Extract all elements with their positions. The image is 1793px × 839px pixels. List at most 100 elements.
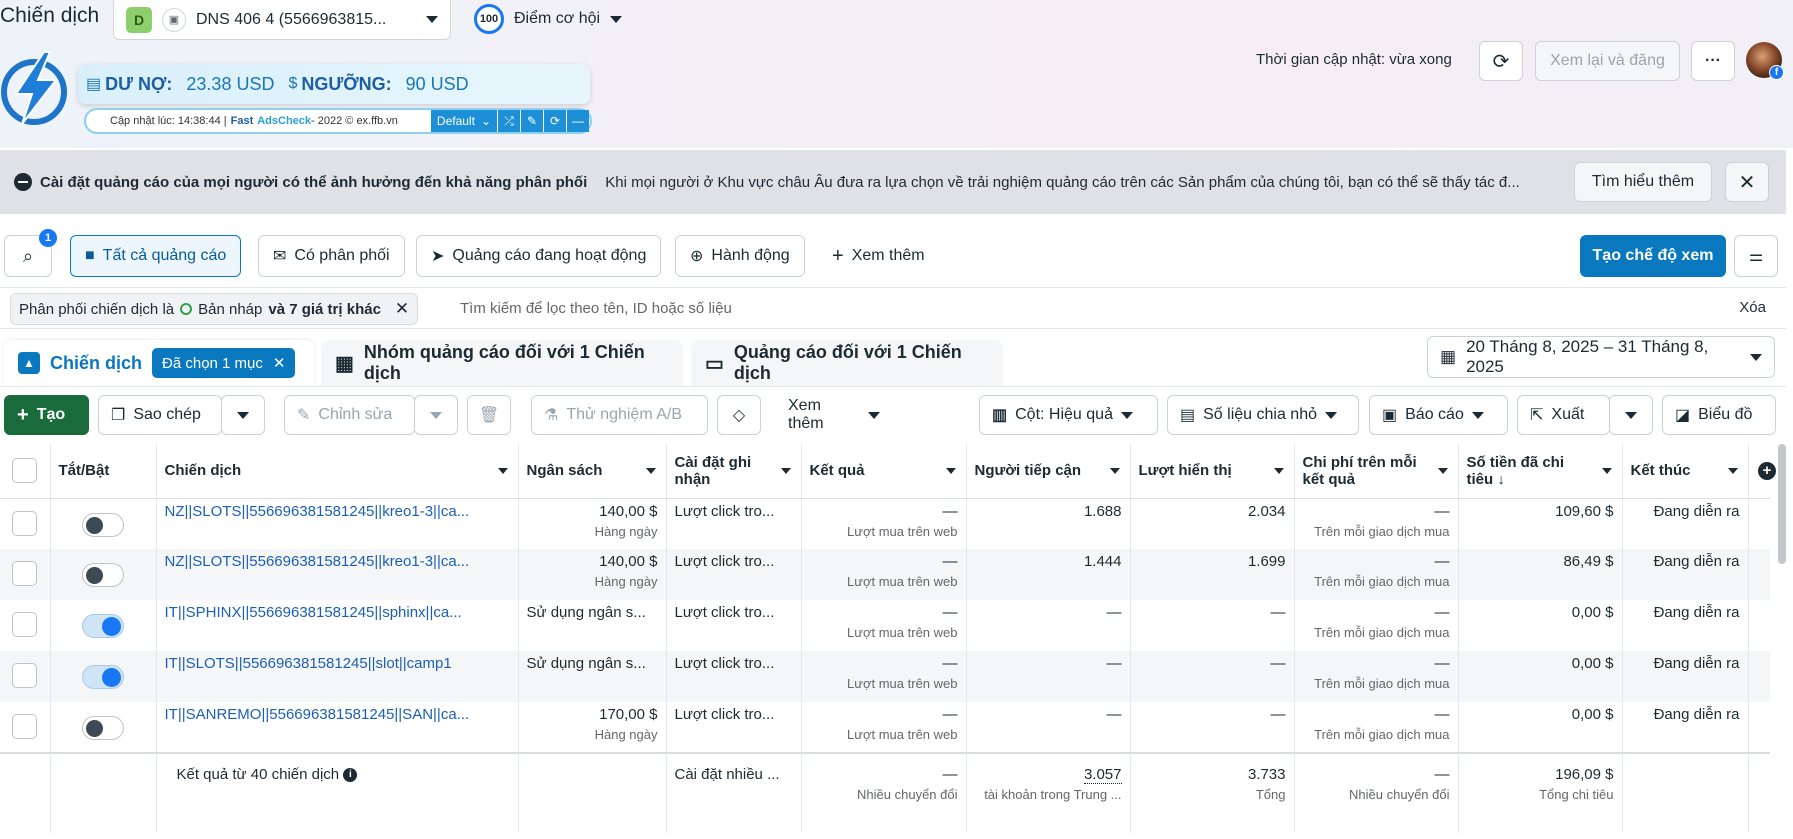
create-view-button[interactable]: Tạo chế độ xem — [1580, 235, 1726, 277]
delivery-toggle[interactable] — [82, 716, 124, 740]
selected-pill[interactable]: Đã chọn 1 mục ✕ — [152, 348, 296, 378]
campaign-name-cell: IT||SPHINX||556696381581245||sphinx||ca.… — [156, 600, 519, 651]
reach-cell: — — [966, 702, 1131, 753]
more-actions-button[interactable]: Xem thêm — [776, 395, 892, 435]
delivery-toggle[interactable] — [82, 512, 124, 537]
export-button[interactable]: ⇱ Xuất — [1517, 395, 1610, 435]
budget-cell[interactable]: Sử dụng ngân s... — [518, 651, 667, 702]
clear-filters-link[interactable]: Xóa — [1739, 299, 1766, 316]
close-icon[interactable]: ✕ — [395, 299, 409, 319]
campaign-name-link[interactable]: IT||SPHINX||556696381581245||sphinx||ca.… — [165, 604, 510, 621]
add-column-icon[interactable]: + — [1758, 462, 1776, 480]
table-row[interactable]: IT||SLOTS||556696381581245||slot||camp1 S… — [0, 651, 1770, 702]
chevron-down-icon — [1120, 411, 1133, 419]
columns-button[interactable]: ▥ Cột: Hiệu quả — [979, 395, 1158, 435]
avatar[interactable]: f — [1746, 42, 1784, 80]
row-toggle-cell — [50, 651, 157, 702]
col-impressions[interactable]: Lượt hiển thị — [1130, 444, 1295, 499]
refresh-icon[interactable]: ⟳ — [544, 110, 566, 132]
col-campaign[interactable]: Chiến dịch — [156, 444, 519, 499]
duplicate-button[interactable]: ❐ Sao chép — [98, 395, 222, 435]
col-results[interactable]: Kết quả — [801, 444, 967, 499]
filter-all-ads[interactable]: ■ Tất cả quảng cáo — [70, 235, 242, 277]
campaign-name-link[interactable]: NZ||SLOTS||556696381581245||kreo1-3||ca.… — [165, 503, 510, 520]
campaign-name-cell: NZ||SLOTS||556696381581245||kreo1-3||ca.… — [156, 498, 519, 549]
col-attribution[interactable]: Cài đặt ghi nhận — [666, 444, 802, 499]
review-publish-button[interactable]: Xem lại và đăng — [1535, 41, 1680, 81]
table-row[interactable]: NZ||SLOTS||556696381581245||kreo1-3||ca.… — [0, 498, 1770, 549]
row-checkbox[interactable] — [12, 612, 38, 637]
more-options-button[interactable]: ··· — [1691, 41, 1735, 81]
refresh-button[interactable]: ⟳ — [1479, 41, 1523, 81]
tag-button[interactable]: ◇ — [717, 395, 761, 435]
filter-active-ads[interactable]: ➤ Quảng cáo đang hoạt động — [416, 235, 662, 277]
delivery-toggle[interactable] — [82, 563, 124, 587]
table-row[interactable]: NZ||SLOTS||556696381581245||kreo1-3||ca.… — [0, 549, 1770, 600]
ab-test-button[interactable]: ⚗ Thử nghiệm A/B — [531, 395, 708, 435]
charts-button[interactable]: ◪ Biểu đồ — [1662, 395, 1776, 435]
totals-label-cell: Kết quả từ 40 chiến dịch i — [156, 752, 519, 833]
account-selector[interactable]: D ▣ DNS 406 4 (5566963815... — [113, 0, 451, 40]
select-all-checkbox[interactable] — [12, 458, 38, 484]
select-all-header[interactable] — [0, 444, 51, 499]
vertical-scrollbar[interactable] — [1778, 444, 1786, 564]
info-icon[interactable]: i — [343, 768, 358, 783]
send-icon: ➤ — [431, 248, 445, 265]
tab-adsets[interactable]: ▦ Nhóm quảng cáo đối với 1 Chiến dịch — [321, 340, 683, 386]
col-reach[interactable]: Người tiếp cận — [966, 444, 1131, 499]
row-checkbox[interactable] — [12, 714, 38, 739]
filter-delivering[interactable]: ✉ Có phân phối — [258, 235, 405, 277]
col-amount-spent[interactable]: Số tiền đã chi tiêu ↓ — [1458, 444, 1623, 499]
export-dropdown[interactable] — [1609, 395, 1653, 435]
edit-icon[interactable]: ✎ — [521, 110, 543, 132]
table-row[interactable]: IT||SANREMO||556696381581245||SAN||ca...… — [0, 702, 1770, 753]
edit-dropdown[interactable] — [414, 395, 458, 435]
shuffle-icon[interactable]: ⤮ — [498, 110, 520, 132]
campaign-name-link[interactable]: IT||SLOTS||556696381581245||slot||camp1 — [165, 655, 510, 672]
filter-actions[interactable]: ⊕ Hành động — [675, 235, 805, 277]
row-checkbox[interactable] — [12, 561, 38, 586]
trash-icon: 🗑 — [478, 407, 500, 424]
col-cost-per-result[interactable]: Chi phí trên mỗi kết quả — [1294, 444, 1459, 499]
filter-search-input[interactable]: Tìm kiếm để lọc theo tên, ID hoặc số liệ… — [460, 300, 732, 317]
budget-cell[interactable]: 140,00 $ Hàng ngày — [518, 498, 667, 549]
campaign-name-link[interactable]: IT||SANREMO||556696381581245||SAN||ca... — [165, 706, 510, 723]
create-button[interactable]: + Tạo — [4, 395, 89, 435]
opportunity-score-ring: 100 — [474, 4, 504, 34]
budget-cell[interactable]: Sử dụng ngân s... — [518, 600, 667, 651]
active-filter-chip[interactable]: Phân phối chiến dịch là Bản nháp và 7 gi… — [10, 293, 419, 325]
date-range-picker[interactable]: ▦ 20 Tháng 8, 2025 – 31 Tháng 8, 2025 — [1427, 336, 1775, 378]
opportunity-score[interactable]: 100 Điểm cơ hội — [474, 4, 623, 34]
filter-more-label: Xem thêm — [851, 247, 925, 264]
breakdown-button[interactable]: ▤ Số liệu chia nhỏ — [1167, 395, 1359, 435]
delivery-toggle[interactable] — [82, 614, 124, 638]
row-checkbox[interactable] — [12, 510, 38, 536]
col-budget[interactable]: Ngân sách — [518, 444, 667, 499]
budget-cell[interactable]: 140,00 $ Hàng ngày — [518, 549, 667, 600]
search-button[interactable]: ⌕ 1 — [4, 229, 57, 277]
col-ends[interactable]: Kết thúc — [1622, 444, 1749, 499]
duplicate-dropdown[interactable] — [221, 395, 265, 435]
tab-ads[interactable]: ▭ Quảng cáo đối với 1 Chiến dịch — [691, 340, 1003, 386]
minimize-icon[interactable]: — — [567, 110, 589, 132]
delete-button[interactable]: 🗑 — [467, 395, 511, 435]
close-banner-button[interactable]: ✕ — [1725, 162, 1769, 202]
col-toggle[interactable]: Tắt/Bật — [50, 444, 157, 499]
learn-more-button[interactable]: Tìm hiểu thêm — [1574, 162, 1712, 202]
dollar-doc-icon: $ — [288, 75, 298, 92]
edit-button[interactable]: ✎ Chỉnh sửa — [284, 395, 415, 435]
campaign-name-cell: IT||SLOTS||556696381581245||slot||camp1 — [156, 651, 519, 702]
row-checkbox[interactable] — [12, 663, 38, 688]
totals-reach[interactable]: 3.057 — [1083, 766, 1122, 784]
filter-more[interactable]: + Xem thêm — [818, 235, 939, 277]
default-select[interactable]: Default ⌄ — [430, 110, 497, 132]
delivery-toggle[interactable] — [82, 665, 124, 689]
table-row[interactable]: IT||SPHINX||556696381581245||sphinx||ca.… — [0, 600, 1770, 651]
campaign-name-link[interactable]: NZ||SLOTS||556696381581245||kreo1-3||ca.… — [165, 553, 510, 570]
reports-button[interactable]: ▣ Báo cáo — [1369, 395, 1508, 435]
view-settings-button[interactable]: ⚌ — [1734, 235, 1778, 277]
sliders-icon: ⚌ — [1748, 248, 1764, 265]
budget-cell[interactable]: 170,00 $ Hàng ngày — [518, 702, 667, 753]
tab-campaigns-label: Chiến dịch — [50, 352, 143, 373]
tab-campaigns[interactable]: ▲ Chiến dịch Đã chọn 1 mục ✕ — [4, 340, 314, 386]
